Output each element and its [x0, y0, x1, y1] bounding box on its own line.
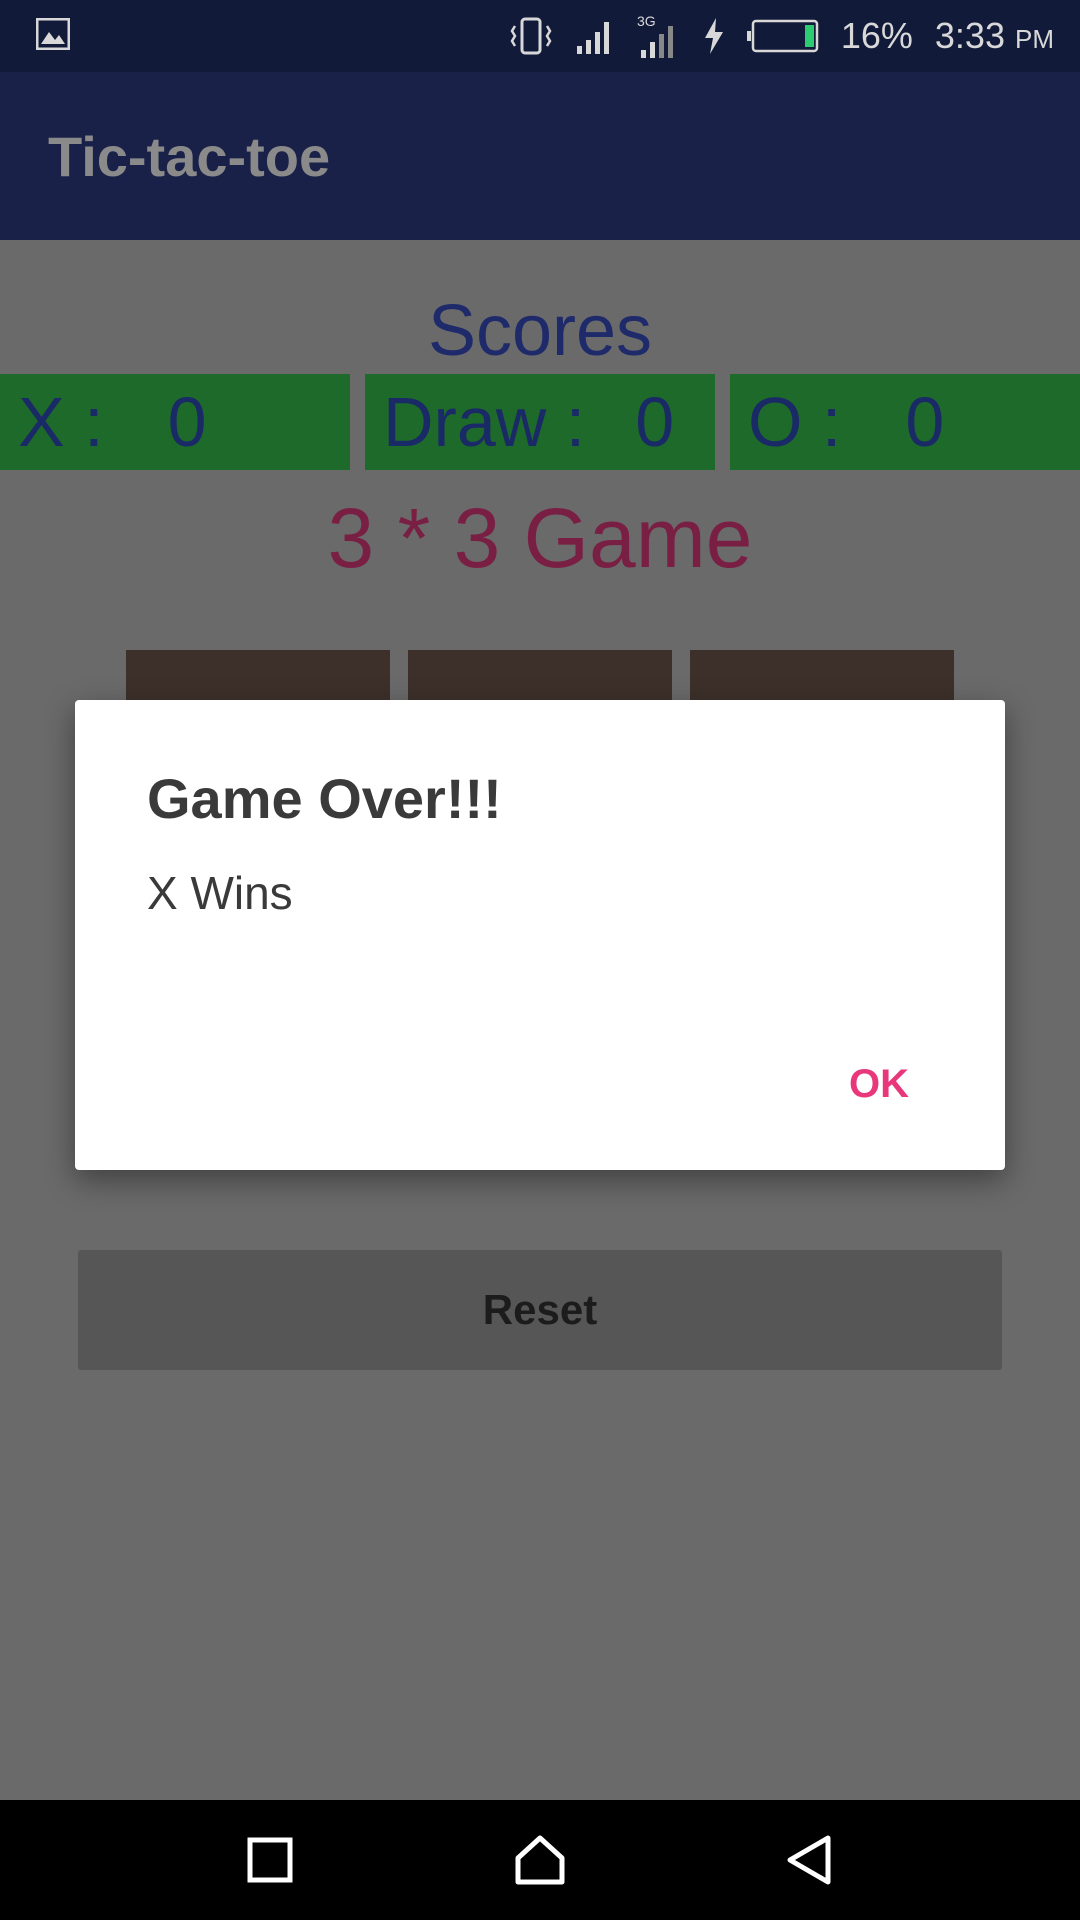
game-over-dialog: Game Over!!! X Wins OK	[75, 700, 1005, 1170]
3g-signal-icon: 3G	[637, 12, 681, 60]
score-draw: Draw : 0	[365, 374, 715, 470]
app-bar: Tic-tac-toe	[0, 72, 1080, 240]
score-draw-label: Draw :	[383, 383, 586, 461]
score-o: O : 0	[730, 374, 1080, 470]
home-icon[interactable]	[510, 1830, 570, 1890]
score-o-value: 0	[905, 383, 945, 461]
score-draw-value: 0	[635, 383, 675, 461]
dialog-message: X Wins	[147, 867, 293, 919]
app-title: Tic-tac-toe	[48, 125, 331, 188]
svg-text:3G: 3G	[637, 13, 656, 29]
signal-icon	[575, 16, 615, 56]
score-o-label: O :	[748, 383, 842, 461]
reset-button[interactable]: Reset	[78, 1250, 1002, 1370]
image-icon	[35, 17, 71, 51]
navigation-bar	[0, 1800, 1080, 1920]
ok-button[interactable]: OK	[849, 1062, 909, 1107]
recents-icon[interactable]	[240, 1830, 300, 1890]
scores-title: Scores	[427, 291, 653, 371]
battery-percent: 16%	[840, 15, 913, 56]
dialog-title: Game Over!!!	[147, 767, 502, 830]
clock: 3:33 PM	[934, 15, 1054, 56]
game-title: 3 * 3 Game	[327, 491, 753, 585]
vibrate-icon	[509, 16, 553, 56]
score-x-label: X :	[18, 383, 104, 461]
status-bar: 3G 16% 3:33 PM	[0, 0, 1080, 72]
back-icon[interactable]	[780, 1830, 840, 1890]
battery-icon	[746, 19, 819, 53]
score-x-value: 0	[167, 383, 207, 461]
charging-icon	[703, 18, 725, 54]
score-x: X : 0	[0, 374, 350, 470]
